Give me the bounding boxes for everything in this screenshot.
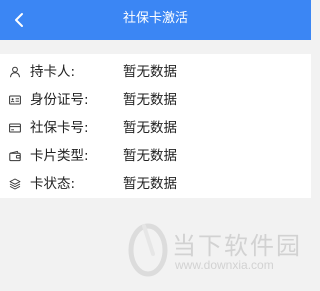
row-id-number: 身份证号: 暂无数据: [0, 86, 311, 114]
wallet-icon: [9, 150, 21, 162]
card-info-panel: 持卡人: 暂无数据 身份证号: 暂无数据 社保卡号: 暂无数据 卡片类型: 暂无…: [0, 54, 311, 198]
id-card-icon: [9, 95, 21, 105]
layers-icon: [9, 178, 21, 190]
card-type-value: 暂无数据: [123, 148, 177, 164]
page-title: 社保卡激活: [122, 11, 188, 26]
cardholder-value: 暂无数据: [123, 64, 177, 80]
row-card-number: 社保卡号: 暂无数据: [0, 114, 311, 142]
watermark-text: 当下软件园: [172, 232, 302, 260]
card-icon: [9, 123, 21, 133]
row-card-status: 卡状态: 暂无数据: [0, 170, 311, 198]
card-status-value: 暂无数据: [123, 176, 177, 192]
id-number-label: 身份证号:: [30, 92, 89, 108]
watermark-url: www.downxia.com: [175, 258, 274, 272]
card-status-label: 卡状态:: [30, 176, 76, 192]
watermark: 当下软件园 www.downxia.com: [127, 222, 307, 282]
top-bar: 社保卡激活: [0, 0, 311, 40]
watermark-logo-icon: [128, 223, 168, 277]
person-icon: [10, 66, 20, 78]
cardholder-label: 持卡人:: [30, 64, 76, 80]
row-cardholder: 持卡人: 暂无数据: [0, 58, 311, 86]
card-number-label: 社保卡号:: [30, 120, 89, 136]
id-number-value: 暂无数据: [123, 92, 177, 108]
card-type-label: 卡片类型:: [30, 148, 89, 164]
row-card-type: 卡片类型: 暂无数据: [0, 142, 311, 170]
card-number-value: 暂无数据: [123, 120, 177, 136]
